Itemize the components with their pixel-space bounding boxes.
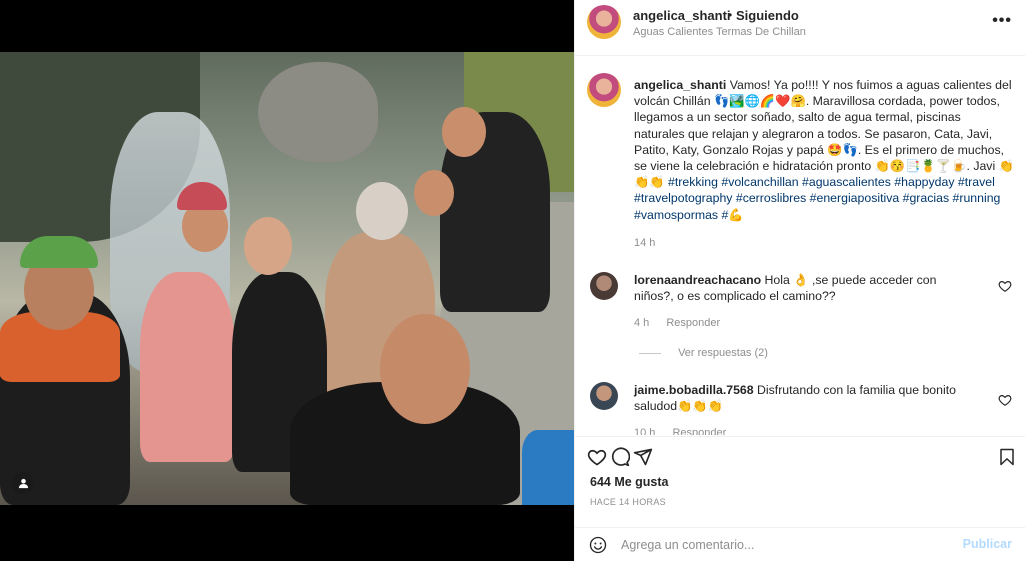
location-link[interactable]: Aguas Calientes Termas De Chillan	[633, 26, 806, 38]
post-actions: 644 Me gusta HACE 14 HORAS	[575, 436, 1025, 507]
share-button[interactable]	[631, 445, 655, 469]
like-button[interactable]	[585, 445, 609, 469]
photo-boulder	[258, 62, 378, 162]
reply-button[interactable]: Responder	[666, 317, 720, 329]
caption-time: 14 h	[634, 237, 656, 249]
comment-username[interactable]: jaime.bobadilla.7568	[634, 383, 754, 397]
caption-username[interactable]: angelica_shanti	[634, 78, 726, 92]
photo-face-4	[356, 182, 408, 240]
smiley-icon[interactable]	[589, 536, 607, 554]
tagged-users-button[interactable]	[12, 472, 34, 494]
photo-green-cap	[20, 236, 98, 268]
comment-like-heart-icon[interactable]	[998, 393, 1012, 407]
save-button[interactable]	[995, 445, 1019, 469]
comment-time: 4 h	[634, 317, 650, 329]
comment-icon	[611, 447, 630, 467]
bookmark-icon	[1000, 448, 1014, 466]
view-replies-button[interactable]: Ver respuestas (2)	[639, 347, 768, 359]
reply-button[interactable]: Responder	[672, 427, 726, 435]
comments-list[interactable]: angelica_shanti Vamos! Ya po!!!! Y nos f…	[575, 57, 1025, 435]
post-header: angelica_shanti • Siguiendo Aguas Calien…	[575, 0, 1025, 56]
post-timestamp: HACE 14 HORAS	[590, 497, 666, 507]
post-side-panel: angelica_shanti • Siguiendo Aguas Calien…	[574, 0, 1025, 561]
separator-dot: •	[728, 8, 733, 22]
photo-face-6	[414, 170, 454, 216]
author-username[interactable]: angelica_shanti	[633, 8, 731, 23]
comment-meta: 4 h Responder	[634, 317, 734, 329]
photo-face-6-front	[380, 314, 470, 424]
photo-blue-cloth	[522, 430, 574, 505]
comment-time: 10 h	[634, 427, 656, 435]
post-modal: angelica_shanti • Siguiendo Aguas Calien…	[0, 0, 1025, 561]
comment-button[interactable]	[608, 445, 632, 469]
more-options-icon[interactable]: •••	[992, 12, 1012, 30]
author-avatar[interactable]	[587, 5, 621, 39]
caption-text: Vamos! Ya po!!!! Y nos fuimos a aguas ca…	[634, 78, 1014, 190]
photo-face-5	[442, 107, 486, 157]
photo-person-2	[140, 272, 235, 462]
add-comment-bar: Publicar	[575, 527, 1025, 561]
view-replies-label: Ver respuestas (2)	[678, 347, 768, 359]
heart-icon	[587, 449, 607, 466]
caption-hashtags[interactable]: #trekking #volcanchillan #aguascalientes…	[634, 175, 1000, 221]
publish-button[interactable]: Publicar	[963, 537, 1012, 551]
paper-plane-icon	[633, 448, 653, 466]
comment-text-block: lorenaandreachacano Hola 👌 ,se puede acc…	[634, 272, 979, 304]
commenter-avatar[interactable]	[590, 382, 618, 410]
comment-text-block: jaime.bobadilla.7568 Disfrutando con la …	[634, 382, 979, 414]
photo-face-3	[244, 217, 292, 275]
add-comment-input[interactable]	[621, 535, 941, 555]
comment-like-heart-icon[interactable]	[998, 279, 1012, 293]
person-icon	[18, 478, 28, 488]
likes-count[interactable]: 644 Me gusta	[590, 475, 669, 489]
post-media-pane	[0, 0, 574, 561]
replies-divider-line	[639, 352, 661, 354]
following-button[interactable]: Siguiendo	[736, 8, 799, 23]
caption-avatar[interactable]	[587, 73, 621, 107]
comment-username[interactable]: lorenaandreachacano	[634, 273, 761, 287]
commenter-avatar[interactable]	[590, 272, 618, 300]
post-photo[interactable]	[0, 52, 574, 505]
caption: angelica_shanti Vamos! Ya po!!!! Y nos f…	[634, 77, 1014, 223]
comment-meta: 10 h Responder	[634, 427, 740, 435]
